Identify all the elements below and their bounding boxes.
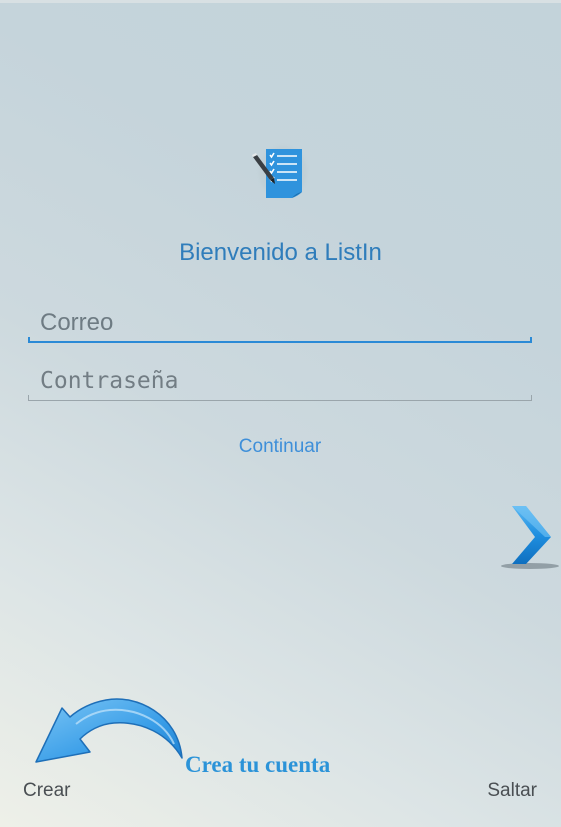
password-underline <box>28 395 532 401</box>
create-account-hint: Crea tu cuenta <box>185 752 331 777</box>
welcome-title: Bienvenido a ListIn <box>179 239 382 266</box>
create-button[interactable]: Crear <box>23 780 71 802</box>
chevron-right-icon[interactable] <box>500 503 561 573</box>
email-underline <box>28 337 532 343</box>
continue-button[interactable]: Continuar <box>180 432 380 462</box>
password-input[interactable] <box>28 361 532 401</box>
status-bar-edge <box>0 0 561 3</box>
checklist-note-icon <box>252 146 307 198</box>
email-field[interactable] <box>28 303 532 343</box>
email-input[interactable] <box>28 303 532 343</box>
curved-arrow-icon <box>35 698 183 763</box>
skip-button[interactable]: Saltar <box>487 780 537 802</box>
password-field[interactable] <box>28 361 532 401</box>
